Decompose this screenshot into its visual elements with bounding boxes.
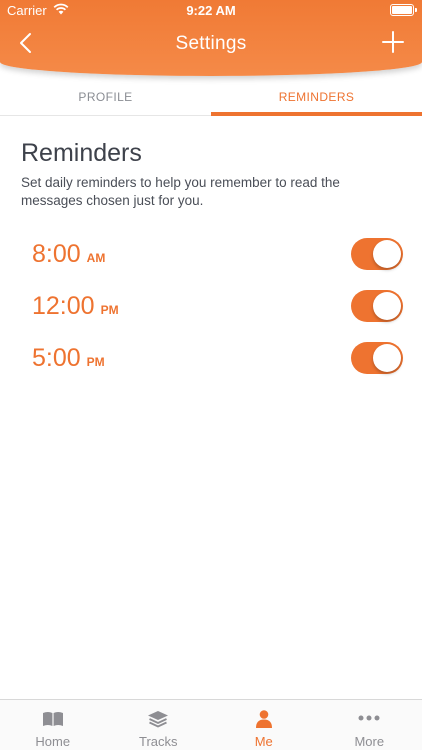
reminder-time: 8:00 AM: [32, 240, 105, 269]
reminder-toggle[interactable]: [351, 238, 403, 270]
tabbar-item-me[interactable]: Me: [211, 700, 317, 750]
reminder-row: 5:00 PM: [0, 342, 422, 384]
reminder-time-value: 8:00: [32, 240, 81, 268]
reminder-period: AM: [86, 251, 106, 265]
tab-profile[interactable]: PROFILE: [0, 76, 211, 116]
toggle-knob: [373, 292, 401, 320]
tabbar-label: Me: [254, 734, 273, 749]
tabbar-label: Tracks: [138, 734, 178, 749]
person-icon: [252, 709, 276, 729]
tabbar-label: Home: [35, 734, 71, 749]
layers-icon: [146, 709, 170, 729]
reminder-time-value: 5:00: [32, 344, 81, 372]
plus-icon: [382, 31, 404, 53]
tab-reminders[interactable]: REMINDERS: [211, 76, 422, 116]
reminder-period: PM: [100, 303, 119, 317]
battery-icon: [390, 4, 417, 16]
tabbar-item-tracks[interactable]: Tracks: [106, 700, 212, 750]
tabbar-label: More: [354, 734, 385, 749]
tabbar-item-home[interactable]: Home: [0, 700, 106, 750]
bottom-tab-bar: Home Tracks Me More: [0, 699, 422, 750]
reminder-row: 8:00 AM: [0, 238, 422, 280]
reminder-time: 5:00 PM: [32, 344, 105, 373]
reminder-time: 12:00 PM: [32, 292, 119, 321]
segment-tabs: PROFILE REMINDERS: [0, 76, 422, 116]
reminder-toggle[interactable]: [351, 290, 403, 322]
nav-header: Carrier 9:22 AM Settings: [0, 0, 422, 76]
reminder-row: 12:00 PM: [0, 290, 422, 332]
toggle-knob: [373, 240, 401, 268]
book-icon: [41, 709, 65, 729]
active-tab-indicator: [211, 112, 422, 116]
more-dots-icon: [357, 709, 381, 729]
reminder-period: PM: [86, 355, 105, 369]
tabbar-item-more[interactable]: More: [317, 700, 422, 750]
toggle-knob: [373, 344, 401, 372]
reminder-toggle[interactable]: [351, 342, 403, 374]
status-time: 9:22 AM: [186, 3, 236, 18]
page-title: Settings: [175, 33, 247, 54]
reminder-time-value: 12:00: [32, 292, 95, 320]
status-bar: Carrier 9:22 AM: [0, 0, 422, 22]
add-button[interactable]: [382, 31, 404, 53]
section-description: Set daily reminders to help you remember…: [21, 175, 340, 208]
section-title: Reminders: [21, 139, 142, 167]
